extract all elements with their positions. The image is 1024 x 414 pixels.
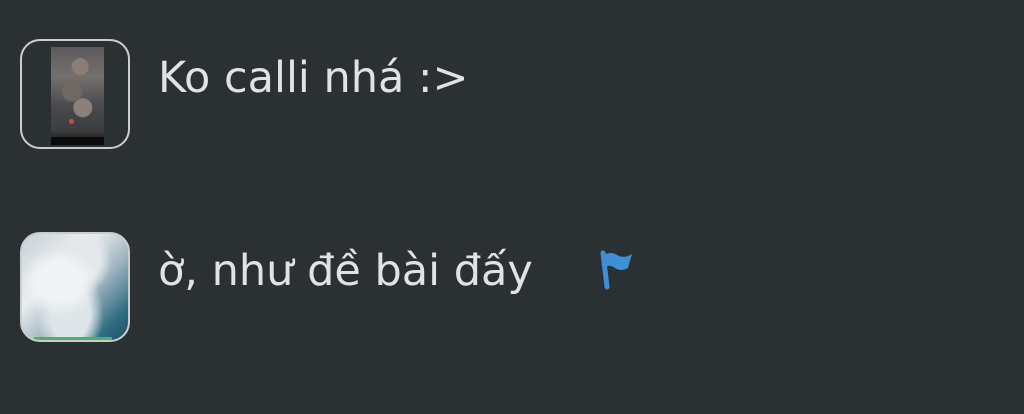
avatar[interactable] [20, 39, 130, 149]
avatar-photo [51, 47, 104, 145]
flag-icon[interactable] [597, 249, 635, 291]
avatar[interactable] [20, 232, 130, 342]
message-row: ờ, như đề bài đấy [20, 232, 1000, 346]
message-text: Ko calli nhá :> [158, 53, 469, 103]
message-text: ờ, như đề bài đấy [158, 246, 533, 296]
message-list: Ko calli nhá :> ờ, như đề bài đấy [0, 0, 1024, 414]
message-row: Ko calli nhá :> [20, 39, 1000, 153]
